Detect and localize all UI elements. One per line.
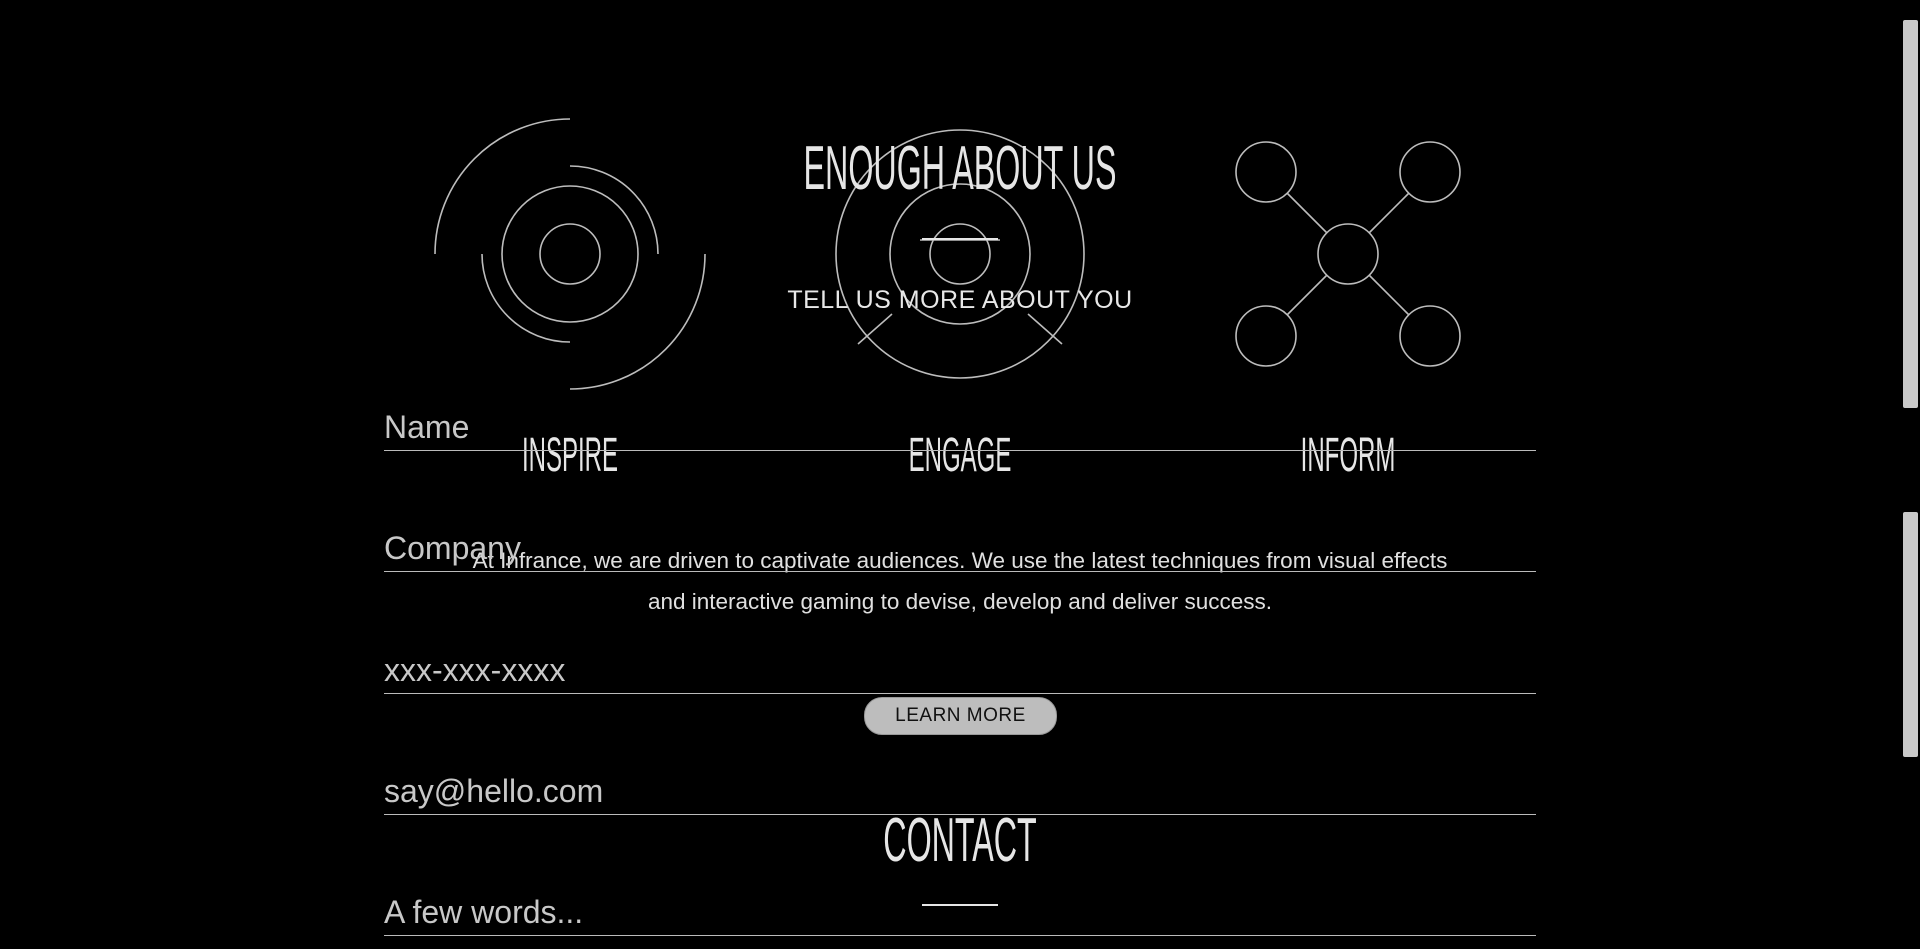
- company-field: [384, 525, 1536, 572]
- company-input[interactable]: [384, 530, 1536, 567]
- learn-more-button[interactable]: LEARN MORE: [864, 697, 1057, 735]
- concentric-rings-icon: [434, 118, 706, 390]
- contact-heading: CONTACT: [883, 806, 1037, 875]
- scrollbar-thumb-lower[interactable]: [1903, 512, 1918, 757]
- about-heading-divider: [922, 238, 998, 240]
- name-field: [384, 404, 1536, 451]
- message-input[interactable]: [384, 894, 1536, 931]
- phone-field: [384, 647, 1536, 694]
- phone-input[interactable]: [384, 652, 1536, 689]
- scrollbar-thumb-upper[interactable]: [1903, 20, 1918, 408]
- about-description-line-2: and interactive gaming to devise, develo…: [647, 589, 1273, 614]
- network-nodes-icon: [1235, 141, 1461, 367]
- about-heading: ENOUGH ABOUT US: [803, 134, 1117, 203]
- about-subheading: TELL US MORE ABOUT YOU: [787, 286, 1133, 314]
- email-input[interactable]: [384, 773, 1536, 810]
- scrollbar[interactable]: [1900, 0, 1920, 949]
- message-field: [384, 889, 1536, 936]
- email-field: [384, 768, 1536, 815]
- page: ENOUGH ABOUT US TELL US MORE ABOUT YOU I…: [0, 0, 1920, 949]
- name-input[interactable]: [384, 409, 1536, 446]
